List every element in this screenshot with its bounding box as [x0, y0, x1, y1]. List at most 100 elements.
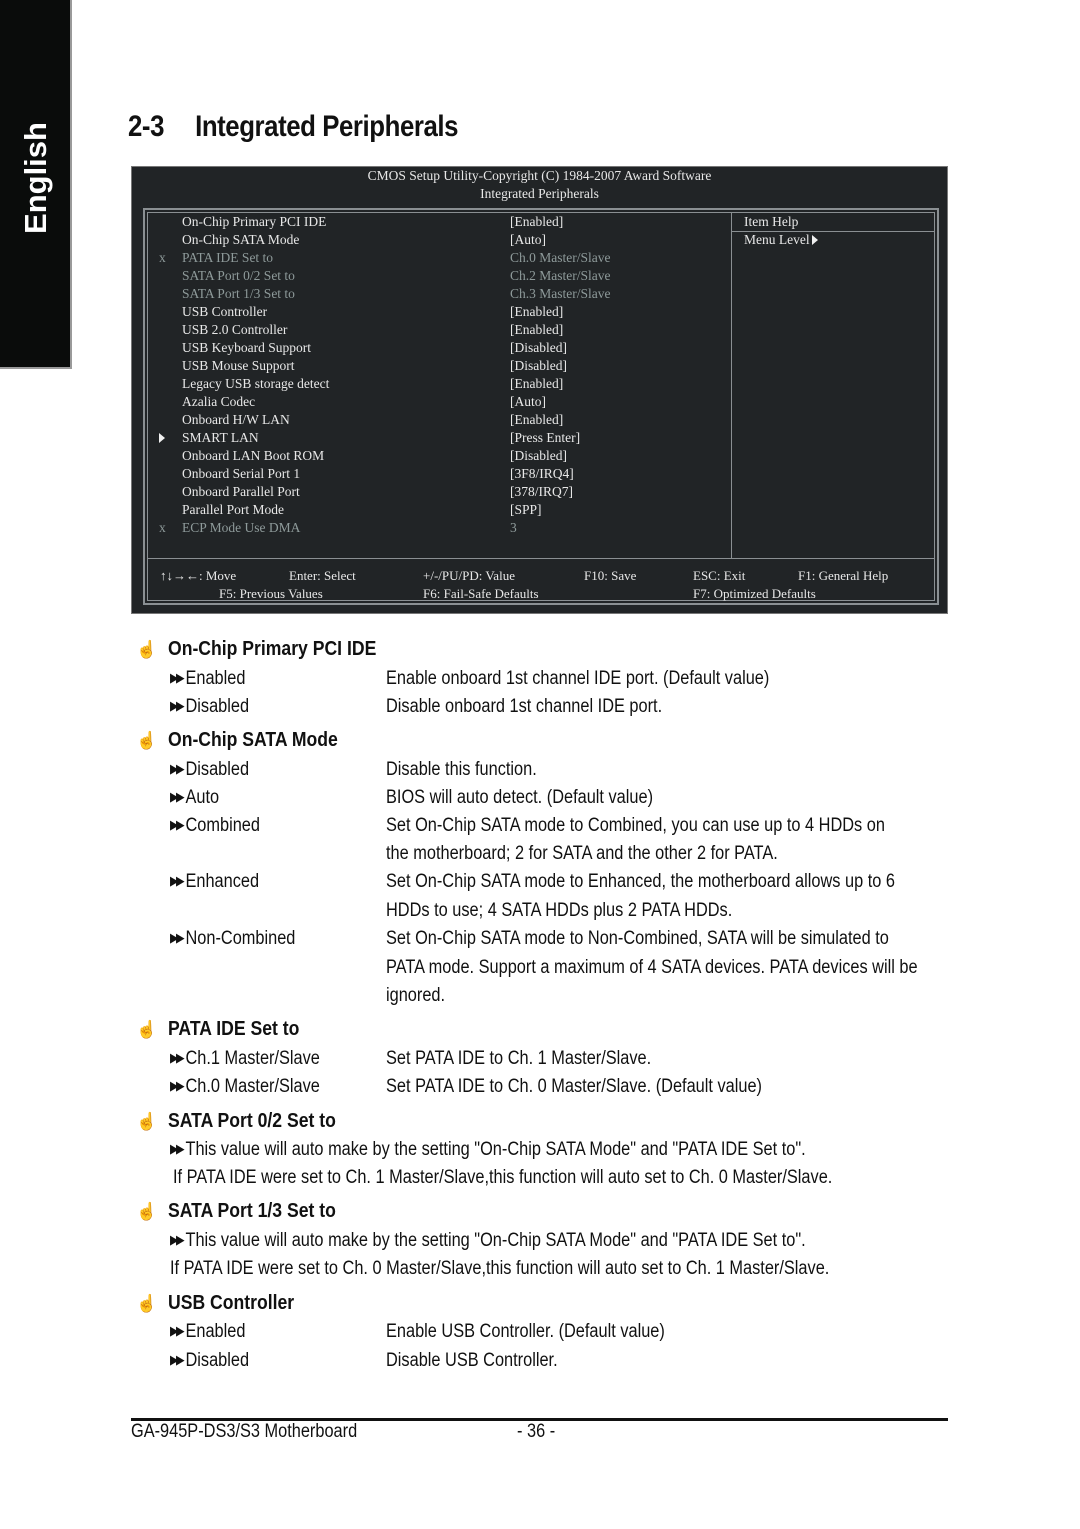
- option-description: Disable USB Controller.: [386, 1350, 558, 1371]
- key-f7: F7: Optimized Defaults: [693, 586, 816, 601]
- language-label: English: [18, 122, 53, 234]
- bios-setting-value[interactable]: [Disabled]: [510, 447, 567, 465]
- bios-setting-label: Onboard LAN Boot ROM: [182, 448, 325, 463]
- bios-setting-row[interactable]: SMART LAN [Press Enter]: [148, 429, 731, 447]
- bios-setting-value[interactable]: [Auto]: [510, 393, 546, 411]
- option-name: ▶▶ Enhanced: [170, 871, 260, 892]
- bios-setting-value[interactable]: [Disabled]: [510, 357, 567, 375]
- key-move: ↑↓→←: Move: [160, 568, 237, 583]
- key-f5: F5: Previous Values: [219, 586, 323, 601]
- bios-setting-row[interactable]: Parallel Port Mode [SPP]: [148, 501, 731, 519]
- option-description: Set On-Chip SATA mode to Non-Combined, S…: [386, 928, 889, 949]
- bios-setting-label: Onboard Parallel Port: [182, 484, 300, 499]
- bios-setting-value[interactable]: Ch.2 Master/Slave: [510, 267, 611, 285]
- double-arrow-icon: ▶▶: [170, 670, 185, 685]
- double-arrow-icon: ▶▶: [170, 873, 185, 888]
- bios-header-title: Integrated Peripherals: [480, 186, 599, 201]
- option-description: Set PATA IDE to Ch. 0 Master/Slave. (Def…: [386, 1076, 762, 1097]
- menu-level: Menu Level: [744, 231, 818, 249]
- bios-setting-value[interactable]: 3: [510, 519, 517, 537]
- pointing-hand-icon: ☝: [136, 731, 158, 750]
- bios-setting-row[interactable]: x PATA IDE Set to Ch.0 Master/Slave: [148, 249, 731, 267]
- bios-setting-row[interactable]: SATA Port 0/2 Set to Ch.2 Master/Slave: [148, 267, 731, 285]
- option-description: the motherboard; 2 for SATA and the othe…: [386, 843, 778, 864]
- double-arrow-icon: ▶▶: [170, 1078, 185, 1093]
- bios-setting-label: USB 2.0 Controller: [182, 322, 288, 337]
- option-name: ▶▶ Ch.1 Master/Slave: [170, 1048, 320, 1069]
- bios-frame: On-Chip Primary PCI IDE [Enabled] On-Chip …: [143, 208, 939, 605]
- bios-setting-value[interactable]: [378/IRQ7]: [510, 483, 573, 501]
- option-description: Set On-Chip SATA mode to Enhanced, the m…: [386, 871, 895, 892]
- bios-setting-value[interactable]: [Enabled]: [510, 303, 563, 321]
- bios-setting-label: USB Mouse Support: [182, 358, 295, 373]
- bios-setting-value[interactable]: [Enabled]: [510, 213, 563, 231]
- bios-setting-value[interactable]: [Disabled]: [510, 339, 567, 357]
- bios-setting-value[interactable]: [Press Enter]: [510, 429, 580, 447]
- bios-setting-row[interactable]: x ECP Mode Use DMA 3: [148, 519, 731, 537]
- section-heading: ☝ PATA IDE Set to: [136, 1018, 300, 1040]
- unavailable-mark: x: [159, 250, 166, 265]
- pointing-hand-icon: ☝: [136, 1020, 158, 1039]
- pointing-hand-icon: ☝: [136, 640, 158, 659]
- bios-setting-row[interactable]: Onboard Parallel Port [378/IRQ7]: [148, 483, 731, 501]
- bios-setting-value[interactable]: Ch.0 Master/Slave: [510, 249, 611, 267]
- bios-setting-row[interactable]: Onboard H/W LAN [Enabled]: [148, 411, 731, 429]
- pointing-hand-icon: ☝: [136, 1202, 158, 1221]
- double-arrow-icon: ▶▶: [170, 817, 185, 832]
- bios-setting-label: Parallel Port Mode: [182, 502, 284, 517]
- option-name: ▶▶ Enabled: [170, 1321, 246, 1342]
- bios-setting-row[interactable]: USB Keyboard Support [Disabled]: [148, 339, 731, 357]
- bios-setting-value[interactable]: [Enabled]: [510, 321, 563, 339]
- bios-setting-label: SMART LAN: [182, 430, 259, 445]
- triangle-right-icon: [159, 432, 165, 443]
- bios-setting-value[interactable]: [Enabled]: [510, 375, 563, 393]
- option-name: ▶▶ Non-Combined: [170, 928, 296, 949]
- bios-setting-row[interactable]: Azalia Codec [Auto]: [148, 393, 731, 411]
- bios-setting-row[interactable]: On-Chip SATA Mode [Auto]: [148, 231, 731, 249]
- bios-setting-row[interactable]: SATA Port 1/3 Set to Ch.3 Master/Slave: [148, 285, 731, 303]
- option-description: Disable this function.: [386, 759, 537, 780]
- bios-header-copyright: CMOS Setup Utility-Copyright (C) 1984-20…: [367, 168, 712, 183]
- option-description: BIOS will auto detect. (Default value): [386, 787, 654, 808]
- key-f10: F10: Save: [584, 568, 637, 583]
- option-description: Disable onboard 1st channel IDE port.: [386, 696, 663, 717]
- double-arrow-icon: ▶▶: [170, 698, 185, 713]
- bios-setting-row[interactable]: USB Mouse Support [Disabled]: [148, 357, 731, 375]
- double-arrow-icon: ▶▶: [170, 1050, 185, 1065]
- option-name: ▶▶ Disabled: [170, 759, 250, 780]
- bios-setting-value[interactable]: Ch.3 Master/Slave: [510, 285, 611, 303]
- bios-setting-row[interactable]: On-Chip Primary PCI IDE [Enabled]: [148, 213, 731, 231]
- pointing-hand-icon: ☝: [136, 1294, 158, 1313]
- section-note: ▶▶ This value will auto make by the setti…: [170, 1230, 806, 1251]
- bios-setting-row[interactable]: Legacy USB storage detect [Enabled]: [148, 375, 731, 393]
- divider: [731, 213, 732, 558]
- section-heading: ☝ USB Controller: [136, 1292, 295, 1314]
- bios-setting-value[interactable]: [SPP]: [510, 501, 542, 519]
- bios-setting-row[interactable]: Onboard LAN Boot ROM [Disabled]: [148, 447, 731, 465]
- section-note: If PATA IDE were set to Ch. 1 Master/Sla…: [173, 1167, 833, 1188]
- section-heading: ☝ SATA Port 0/2 Set to: [136, 1110, 336, 1132]
- page-title: 2-3 Integrated Peripherals: [128, 110, 458, 144]
- bios-setting-label: SATA Port 1/3 Set to: [182, 286, 295, 301]
- bios-setting-value[interactable]: [3F8/IRQ4]: [510, 465, 574, 483]
- bios-setting-row[interactable]: Onboard Serial Port 1 [3F8/IRQ4]: [148, 465, 731, 483]
- bios-setting-row[interactable]: USB Controller [Enabled]: [148, 303, 731, 321]
- double-arrow-icon: ▶▶: [170, 1232, 185, 1247]
- footer-model: GA-945P-DS3/S3 Motherboard: [131, 1421, 358, 1442]
- key-esc: ESC: Exit: [693, 568, 746, 583]
- section-title: Integrated Peripherals: [195, 110, 459, 143]
- bios-setting-value[interactable]: [Enabled]: [510, 411, 563, 429]
- bios-setting-label: ECP Mode Use DMA: [182, 520, 301, 535]
- section-heading: ☝ SATA Port 1/3 Set to: [136, 1200, 336, 1222]
- page-number: - 36 -: [517, 1421, 556, 1442]
- option-name: ▶▶ Disabled: [170, 696, 250, 717]
- double-arrow-icon: ▶▶: [170, 930, 185, 945]
- section-number: 2-3: [128, 110, 164, 143]
- divider: [148, 558, 934, 559]
- bios-setting-value[interactable]: [Auto]: [510, 231, 546, 249]
- section-heading: ☝ On-Chip SATA Mode: [136, 729, 338, 751]
- section-note: ▶▶ This value will auto make by the setti…: [170, 1139, 806, 1160]
- bios-setting-row[interactable]: USB 2.0 Controller [Enabled]: [148, 321, 731, 339]
- key-f6: F6: Fail-Safe Defaults: [423, 586, 539, 601]
- option-description: ignored.: [386, 985, 446, 1006]
